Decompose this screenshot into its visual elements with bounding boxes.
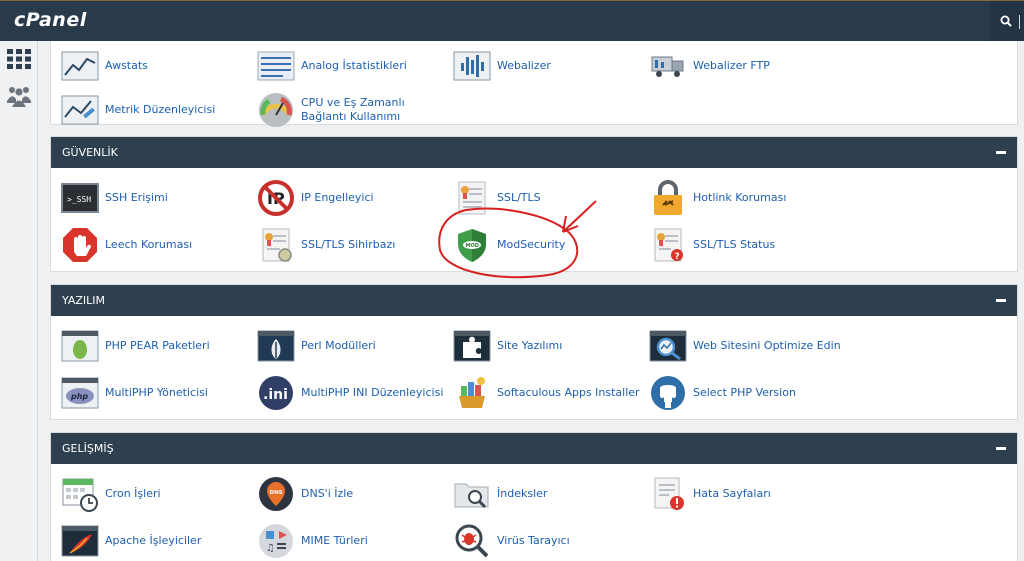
ssl-status-icon: ? (649, 226, 687, 264)
ssl-tls-link[interactable]: SSL/TLS (453, 176, 643, 220)
main-content: Awstats Analog İstatistikleri Webalizer … (38, 41, 1024, 561)
track-dns-link[interactable]: DNS DNS'i İzle (257, 472, 447, 516)
select-php-version-link[interactable]: Select PHP Version (649, 371, 839, 415)
cpanel-logo[interactable]: cPanel (14, 9, 87, 31)
site-software-link[interactable]: Site Yazılımı (453, 324, 643, 368)
ip-blocker-link[interactable]: IP IP Engelleyici (257, 176, 447, 220)
svg-text:♫: ♫ (266, 543, 275, 554)
search-icon (1000, 15, 1012, 27)
folder-search-icon (453, 475, 491, 513)
perl-modules-link[interactable]: Perl Modülleri (257, 324, 447, 368)
error-page-icon (649, 475, 687, 513)
analog-stats-link[interactable]: Analog İstatistikleri (257, 44, 447, 88)
php-elephant-icon (649, 374, 687, 412)
ssh-access-link[interactable]: >_SSH SSH Erişimi (61, 176, 251, 220)
collapse-icon[interactable] (996, 151, 1006, 154)
hotlink-protection-link[interactable]: Hotlink Koruması (649, 176, 839, 220)
softaculous-link[interactable]: Softaculous Apps Installer (453, 371, 643, 415)
metrics-panel: Awstats Analog İstatistikleri Webalizer … (50, 41, 1018, 127)
indexes-link[interactable]: İndeksler (453, 472, 643, 516)
webalizer-link[interactable]: Webalizer (453, 44, 643, 88)
multiphp-manager-link[interactable]: php MultiPHP Yöneticisi (61, 371, 251, 415)
awstats-icon (61, 47, 99, 85)
webalizer-icon (453, 47, 491, 85)
php-icon: php (61, 374, 99, 412)
analog-stats-icon (257, 47, 295, 85)
webalizer-ftp-icon (649, 47, 687, 85)
cpu-usage-link[interactable]: CPU ve Eş Zamanlı Bağlantı Kullanımı (257, 88, 447, 132)
security-title: GÜVENLİK (62, 146, 118, 159)
svg-text:DNS: DNS (270, 490, 283, 496)
advanced-header[interactable]: GELİŞMİŞ (51, 433, 1017, 464)
users-icon[interactable] (7, 85, 31, 111)
multiphp-ini-editor-link[interactable]: .ini MultiPHP INI Düzenleyicisi (257, 371, 447, 415)
php-pear-link[interactable]: PHP PEAR Paketleri (61, 324, 251, 368)
mime-icon: ♫ (257, 522, 295, 560)
cron-jobs-link[interactable]: Cron İşleri (61, 472, 251, 516)
metrics-editor-icon (61, 91, 99, 129)
top-bar: cPanel (0, 0, 1024, 42)
apache-feather-icon (61, 522, 99, 560)
bug-scan-icon (453, 522, 491, 560)
security-panel: GÜVENLİK >_SSH SSH Erişimi IP IP Engelle… (50, 136, 1018, 272)
webalizer-ftp-link[interactable]: Webalizer FTP (649, 44, 839, 88)
advanced-title: GELİŞMİŞ (62, 442, 114, 455)
svg-text:php: php (70, 392, 88, 401)
pear-icon (61, 327, 99, 365)
virus-scanner-link[interactable]: Virüs Tarayıcı (453, 519, 643, 561)
advanced-panel: GELİŞMİŞ Cron İşleri DNS DNS'i İzle İnde… (50, 432, 1018, 561)
leech-protection-link[interactable]: Leech Koruması (61, 223, 251, 267)
ssh-icon: >_SSH (61, 179, 99, 217)
grid-icon[interactable] (7, 49, 31, 73)
softaculous-icon (453, 374, 491, 412)
left-sidebar (0, 41, 38, 561)
security-header[interactable]: GÜVENLİK (51, 137, 1017, 168)
svg-text:MOD: MOD (466, 243, 479, 249)
gauge-icon (257, 91, 295, 129)
ip-blocker-icon: IP (257, 179, 295, 217)
puzzle-icon (453, 327, 491, 365)
apache-handlers-link[interactable]: Apache İşleyiciler (61, 519, 251, 561)
awstats-link[interactable]: Awstats (61, 44, 251, 88)
svg-text:>_SSH: >_SSH (67, 195, 91, 204)
hand-stop-icon (61, 226, 99, 264)
perl-onion-icon (257, 327, 295, 365)
shield-icon: MOD (453, 226, 491, 264)
dns-pin-icon: DNS (257, 475, 295, 513)
modsecurity-link[interactable]: MOD ModSecurity (453, 223, 643, 267)
ssl-tls-status-link[interactable]: ? SSL/TLS Status (649, 223, 839, 267)
padlock-icon (649, 179, 687, 217)
calendar-clock-icon (61, 475, 99, 513)
ini-icon: .ini (257, 374, 295, 412)
collapse-icon[interactable] (996, 447, 1006, 450)
svg-text:.ini: .ini (263, 387, 288, 403)
ssl-tls-wizard-link[interactable]: SSL/TLS Sihirbazı (257, 223, 447, 267)
svg-text:?: ? (675, 252, 680, 262)
software-title: YAZILIM (62, 294, 106, 307)
ssl-certificate-icon (453, 179, 491, 217)
mime-types-link[interactable]: ♫ MIME Türleri (257, 519, 447, 561)
software-panel: YAZILIM PHP PEAR Paketleri Perl Modüller… (50, 284, 1018, 420)
optimize-website-link[interactable]: Web Sitesini Optimize Edin (649, 324, 879, 368)
metrics-editor-link[interactable]: Metrik Düzenleyicisi (61, 88, 251, 132)
search-input-caret[interactable] (1019, 15, 1020, 29)
ssl-wizard-icon (257, 226, 295, 264)
collapse-icon[interactable] (996, 299, 1006, 302)
software-header[interactable]: YAZILIM (51, 285, 1017, 316)
error-pages-link[interactable]: Hata Sayfaları (649, 472, 839, 516)
magnifier-chart-icon (649, 327, 687, 365)
